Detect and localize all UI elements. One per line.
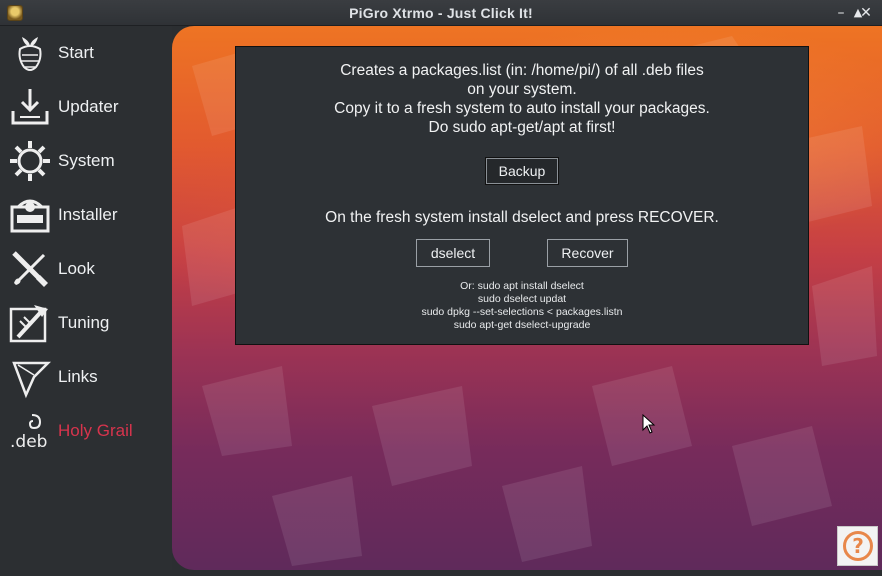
sidebar-item-look[interactable]: Look <box>0 242 172 296</box>
brush-ruler-icon <box>12 251 48 287</box>
minimize-button[interactable]: – <box>832 4 850 22</box>
bottom-strip <box>0 570 882 576</box>
help-button[interactable]: ? <box>837 526 878 566</box>
command-line: sudo apt-get dselect-upgrade <box>453 319 591 331</box>
description-line: on your system. <box>467 81 577 98</box>
sidebar-item-label: Start <box>58 43 94 62</box>
sidebar-item-label: Look <box>58 259 95 278</box>
funnel-icon <box>12 361 52 399</box>
window-title: PiGro Xtrmo - Just Click It! <box>349 5 533 21</box>
command-line: sudo dpkg --set-selections < packages.li… <box>421 306 623 318</box>
backup-panel: Creates a packages.list (in: /home/pi/) … <box>235 46 809 345</box>
hammer-ruler-icon <box>9 305 48 343</box>
sidebar-item-label: Links <box>58 367 98 386</box>
recover-button[interactable]: Recover <box>547 239 628 267</box>
sidebar-item-links[interactable]: Links <box>0 350 172 404</box>
gear-icon <box>10 141 50 181</box>
sidebar-item-start[interactable]: Start <box>0 26 172 80</box>
description: Creates a packages.list (in: /home/pi/) … <box>236 61 808 137</box>
deb-icon: .deb <box>10 414 47 452</box>
raspberry-icon <box>18 37 42 71</box>
sidebar-item-updater[interactable]: Updater <box>0 80 172 134</box>
command-list: Or: sudo apt install dselect sudo dselec… <box>236 280 808 332</box>
description-line: Copy it to a fresh system to auto instal… <box>334 100 710 117</box>
recover-instructions: On the fresh system install dselect and … <box>325 209 719 226</box>
sidebar-item-installer[interactable]: Installer <box>0 188 172 242</box>
title-bar: PiGro Xtrmo - Just Click It! – ▲ ✕ <box>0 0 882 26</box>
deb-icon-text: .deb <box>10 432 47 452</box>
sidebar: Start Updater System Installer Look Tuni… <box>0 26 172 570</box>
package-box-icon <box>10 199 50 233</box>
sidebar-item-holy-grail[interactable]: .deb Holy Grail <box>0 404 172 458</box>
sidebar-item-label: Holy Grail <box>58 421 133 440</box>
command-line: sudo dselect updat <box>477 293 567 305</box>
close-button[interactable]: ✕ <box>857 4 875 22</box>
mouse-cursor-icon <box>642 414 656 434</box>
sidebar-item-label: Tuning <box>58 313 110 332</box>
sidebar-item-tuning[interactable]: Tuning <box>0 296 172 350</box>
sidebar-item-label: Updater <box>58 97 119 116</box>
command-line: Or: sudo apt install dselect <box>460 280 584 292</box>
backup-button[interactable]: Backup <box>485 157 559 185</box>
sidebar-item-label: System <box>58 151 115 170</box>
help-icon: ? <box>843 531 873 561</box>
description-line: Do sudo apt-get/apt at first! <box>428 119 616 136</box>
download-tray-icon <box>11 89 49 125</box>
sidebar-item-system[interactable]: System <box>0 134 172 188</box>
dselect-button[interactable]: dselect <box>416 239 490 267</box>
description-line: Creates a packages.list (in: /home/pi/) … <box>340 62 704 79</box>
sidebar-item-label: Installer <box>58 205 118 224</box>
